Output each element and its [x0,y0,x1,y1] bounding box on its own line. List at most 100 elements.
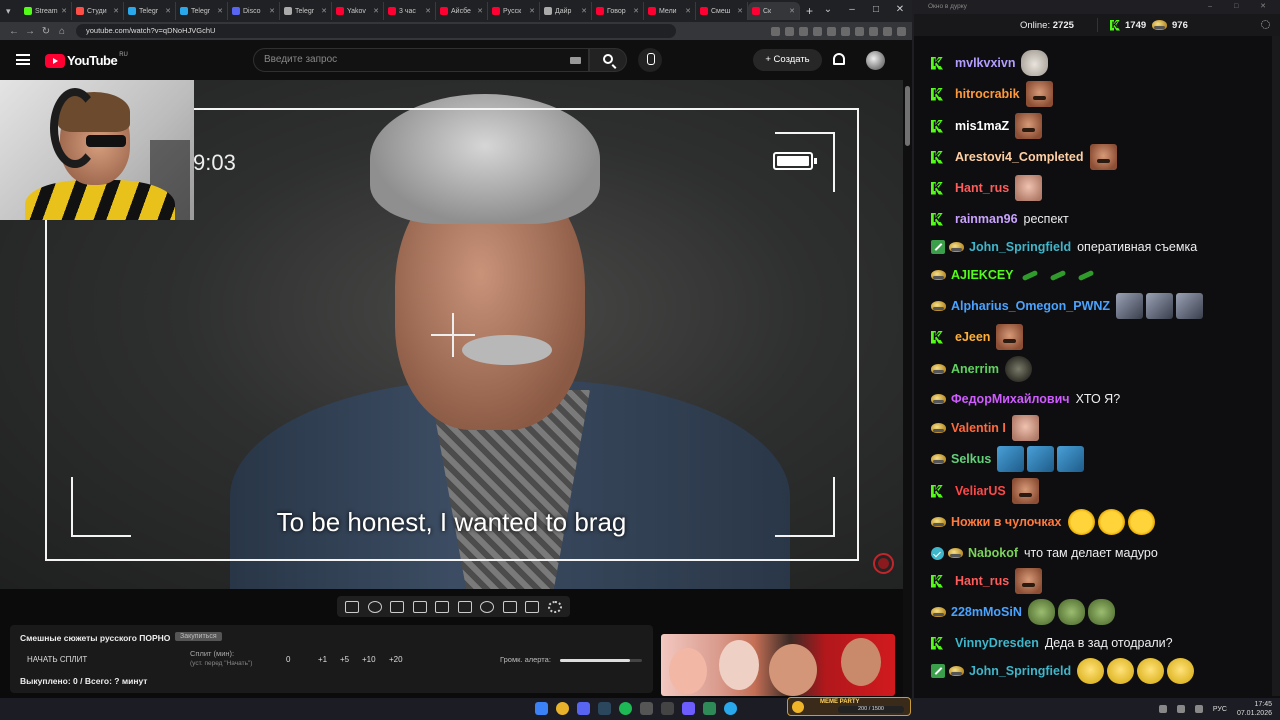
chat-username[interactable]: Nabokof [968,546,1018,560]
chrome-icon[interactable] [556,702,569,715]
chat-scrollbar[interactable] [1272,36,1280,696]
notifications-bell-icon[interactable] [833,53,845,65]
browser-tab[interactable]: Telegr ✕ [280,2,332,20]
chat-username[interactable]: John_Springfield [969,664,1071,678]
forward-icon[interactable]: → [22,26,38,37]
url-field[interactable]: youtube.com/watch?v=qDNoHJVGchU [76,24,676,38]
tab-close-icon[interactable]: ✕ [735,7,743,15]
tab-close-icon[interactable]: ✕ [527,7,535,15]
film-icon[interactable] [412,600,427,613]
chat-username[interactable]: ФедорМихайлович [951,392,1070,406]
tab-close-icon[interactable]: ✕ [371,7,379,15]
voice-search-icon[interactable] [638,48,662,72]
increment-button[interactable]: +20 [389,655,403,664]
chat-username[interactable]: mvlkvxivn [955,56,1015,70]
tab-list-icon[interactable]: ▾ [6,6,20,17]
spotify-icon[interactable] [619,702,632,715]
broadcast-icon[interactable] [367,600,382,613]
tab-close-icon[interactable]: ✕ [423,7,431,15]
chat-username[interactable]: VinnyDresden [955,636,1039,650]
browser-tab[interactable]: Говор ✕ [592,2,644,20]
volume-icon[interactable] [1194,705,1203,713]
tray-icon[interactable] [1158,705,1167,713]
keyboard-icon[interactable] [570,57,581,64]
gear-icon[interactable] [1261,20,1270,29]
chat-username[interactable]: Alpharius_Omegon_PWNZ [951,299,1110,313]
tab-close-icon[interactable]: ✕ [111,7,119,15]
tab-close-icon[interactable]: ✕ [631,7,639,15]
tab-close-icon[interactable]: ✕ [683,7,691,15]
browser-tab[interactable]: Мели ✕ [644,2,696,20]
tab-close-icon[interactable]: ✕ [267,7,275,15]
chat-username[interactable]: Anerrim [951,362,999,376]
tab-close-icon[interactable]: ✕ [475,7,483,15]
telegram-icon[interactable] [724,702,737,715]
extension-icon[interactable] [785,26,794,36]
tab-close-icon[interactable]: ✕ [319,7,327,15]
app-icon[interactable] [703,702,716,715]
browser-tab[interactable]: Yakov ✕ [332,2,384,20]
chat-username[interactable]: Valentin I [951,421,1006,435]
speed-icon[interactable] [480,600,495,613]
menu-icon[interactable] [897,26,906,36]
reload-icon[interactable]: ↻ [38,26,54,37]
subtitles-icon[interactable] [457,600,472,613]
picture-in-picture-icon[interactable] [435,600,450,613]
increment-button[interactable]: +10 [362,655,376,664]
start-icon[interactable] [535,702,548,715]
chat-username[interactable]: mis1maZ [955,119,1009,133]
chat-username[interactable]: eJeen [955,330,990,344]
browser-tab[interactable]: Айсбе ✕ [436,2,488,20]
extension-icon[interactable] [813,26,822,36]
chat-username[interactable]: rainman96 [955,212,1018,226]
extension-icon[interactable] [771,26,780,36]
extension-icon[interactable] [869,26,878,36]
tab-close-icon[interactable]: ✕ [579,7,587,15]
home-icon[interactable]: ⌂ [54,26,70,37]
app-icon[interactable] [682,702,695,715]
browser-tab[interactable]: Telegr ✕ [124,2,176,20]
browser-tab[interactable]: 3 час ✕ [384,2,436,20]
search-button[interactable] [589,48,627,72]
browser-tab[interactable]: Смеш ✕ [696,2,748,20]
discord-icon[interactable] [577,702,590,715]
buy-button[interactable]: Закупиться [175,632,222,641]
bookmark-star-icon[interactable] [799,26,808,36]
window-controls[interactable]: – □ ✕ [1208,0,1276,14]
browser-tab[interactable]: Русск ✕ [488,2,540,20]
screenshot-icon[interactable] [525,600,540,613]
close-icon[interactable]: ✕ [888,0,912,22]
chat-username[interactable]: AJIEKCEY [951,268,1014,282]
increment-button[interactable]: +1 [318,655,327,664]
increment-button[interactable]: +5 [340,655,349,664]
add-clip-icon[interactable] [502,600,517,613]
browser-tab[interactable]: Дайр ✕ [540,2,592,20]
chat-username[interactable]: Arestovi4_Completed [955,150,1084,164]
gear-icon[interactable] [547,600,562,613]
tab-close-icon[interactable]: ✕ [163,7,171,15]
chat-username[interactable]: 228mMoSiN [951,605,1022,619]
steam-icon[interactable] [598,702,611,715]
obs-icon[interactable] [640,702,653,715]
language-indicator[interactable]: РУС [1213,706,1227,713]
extension-icon[interactable] [841,26,850,36]
hamburger-menu-icon[interactable] [16,54,30,65]
account-avatar[interactable] [866,51,885,70]
minimize-icon[interactable]: – [840,0,864,22]
tab-close-icon[interactable]: ✕ [59,7,67,15]
extension-icon[interactable] [827,26,836,36]
browser-tab[interactable]: Disco ✕ [228,2,280,20]
browser-tab[interactable]: Stream ✕ [20,2,72,20]
loop-icon[interactable] [345,600,360,613]
create-button[interactable]: + Создать [753,49,822,71]
alert-volume-slider[interactable] [560,659,642,662]
browser-tab[interactable]: Ск ✕ [748,2,800,20]
download-icon[interactable] [855,26,864,36]
app-icon[interactable] [661,702,674,715]
search-input[interactable]: Введите запрос [253,48,589,72]
chat-username[interactable]: John_Springfield [969,240,1071,254]
network-icon[interactable] [1176,705,1185,713]
clock[interactable]: 17:45 07.01.2026 [1237,700,1272,718]
back-icon[interactable]: ← [6,26,22,37]
profile-icon[interactable] [883,26,892,36]
